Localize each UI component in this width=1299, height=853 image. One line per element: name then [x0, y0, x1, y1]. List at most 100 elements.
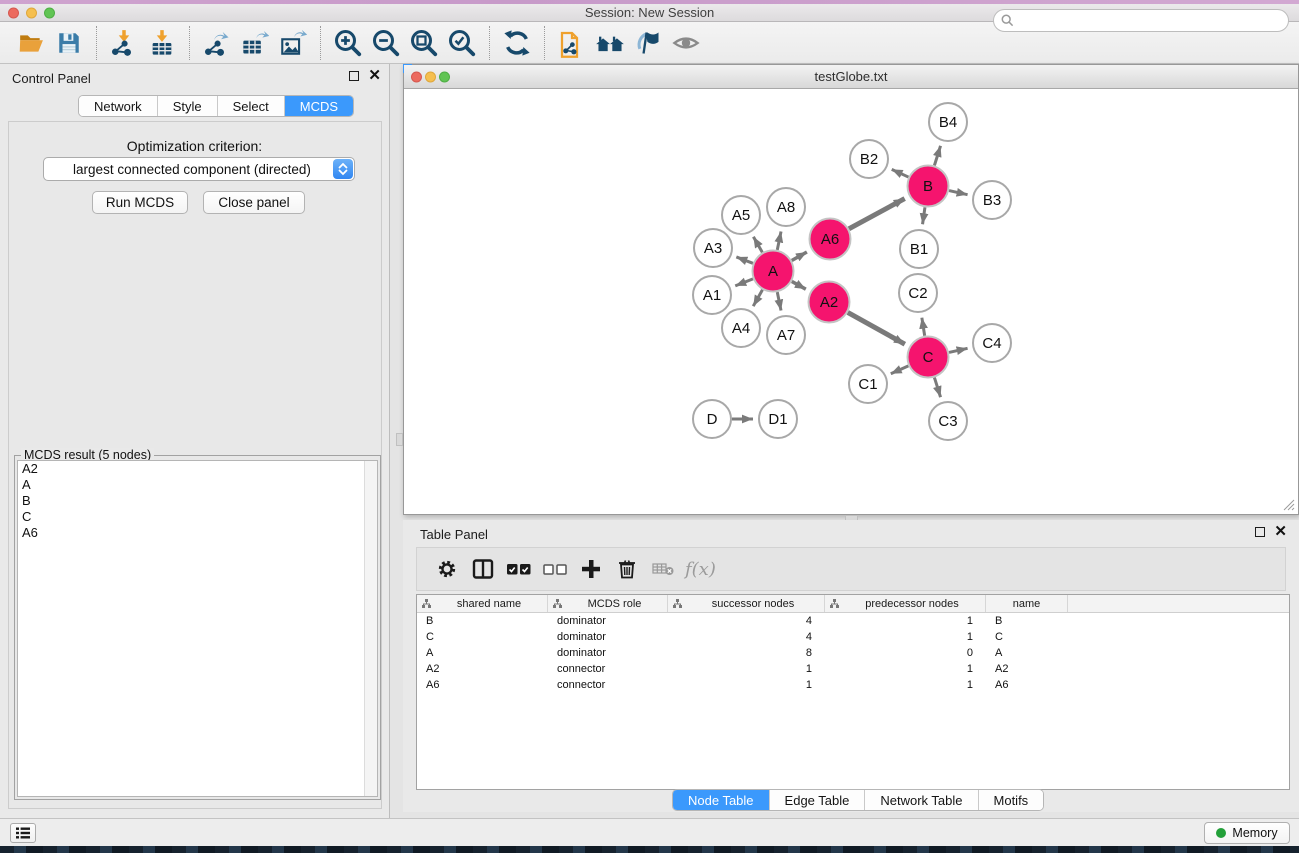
tab-edge-table[interactable]: Edge Table [770, 790, 866, 810]
open-session-icon[interactable] [12, 25, 50, 61]
tab-style[interactable]: Style [158, 96, 218, 116]
graph-node-C[interactable]: C [908, 337, 949, 378]
mcds-result-item[interactable]: C [18, 509, 377, 525]
network-from-selection-icon[interactable] [553, 25, 591, 61]
memory-button[interactable]: Memory [1204, 822, 1290, 844]
optimization-criterion-dropdown[interactable]: largest connected component (directed) [43, 157, 355, 181]
graph-node-C3[interactable]: C3 [929, 402, 967, 440]
delete-table-icon[interactable] [645, 551, 681, 587]
graph-edge-A-A7[interactable] [777, 292, 781, 310]
graph-edge-A2-C[interactable] [848, 312, 905, 344]
graph-node-B1[interactable]: B1 [900, 230, 938, 268]
graph-node-C2[interactable]: C2 [899, 274, 937, 312]
node-table[interactable]: shared nameMCDS rolesuccessor nodesprede… [416, 594, 1290, 790]
resize-grip-icon[interactable] [1282, 498, 1295, 511]
graph-edge-C-C4[interactable] [949, 348, 968, 352]
show-all-icon[interactable] [667, 25, 705, 61]
column-header[interactable]: MCDS role [548, 595, 668, 612]
graph-node-B[interactable]: B [908, 166, 949, 207]
table-row[interactable]: Cdominator41C [417, 629, 1289, 645]
graph-node-A8[interactable]: A8 [767, 188, 805, 226]
tab-motifs[interactable]: Motifs [979, 790, 1044, 810]
zoom-selected-icon[interactable] [443, 25, 481, 61]
columns-icon[interactable] [465, 551, 501, 587]
column-header[interactable]: name [986, 595, 1068, 612]
delete-column-icon[interactable] [609, 551, 645, 587]
settings-gear-icon[interactable] [429, 551, 465, 587]
graph-edge-A-A4[interactable] [753, 290, 762, 306]
close-panel-button[interactable]: Close panel [203, 191, 305, 214]
mcds-result-item[interactable]: A2 [18, 461, 377, 477]
import-network-icon[interactable] [105, 25, 143, 61]
graph-edge-C-C3[interactable] [934, 378, 940, 398]
graph-edge-A-A8[interactable] [777, 231, 781, 249]
close-window-button[interactable] [8, 7, 19, 18]
task-history-button[interactable] [10, 823, 36, 843]
graph-node-A4[interactable]: A4 [722, 309, 760, 347]
graph-node-C4[interactable]: C4 [973, 324, 1011, 362]
mcds-result-item[interactable]: A [18, 477, 377, 493]
add-column-icon[interactable] [573, 551, 609, 587]
mcds-result-item[interactable]: A6 [18, 525, 377, 541]
tab-node-table[interactable]: Node Table [673, 790, 770, 810]
tab-select[interactable]: Select [218, 96, 285, 116]
save-session-icon[interactable] [50, 25, 88, 61]
search-input[interactable] [1019, 14, 1288, 28]
network-maximize-button[interactable] [439, 71, 450, 82]
panel-divider-handle[interactable] [396, 433, 403, 446]
graph-node-A3[interactable]: A3 [694, 229, 732, 267]
zoom-fit-icon[interactable] [405, 25, 443, 61]
graph-edge-C-C1[interactable] [891, 366, 909, 374]
network-view-window[interactable]: testGlobe.txt B4B2BB3A8A5A6A3B1AC2A1A2A4… [403, 64, 1299, 515]
tab-mcds[interactable]: MCDS [285, 96, 353, 116]
run-mcds-button[interactable]: Run MCDS [92, 191, 188, 214]
graph-node-A5[interactable]: A5 [722, 196, 760, 234]
deselect-all-icon[interactable] [537, 551, 573, 587]
graph-edge-A6-B[interactable] [849, 199, 905, 229]
close-panel-icon[interactable]: ✕ [368, 71, 381, 81]
graph-edge-B-B4[interactable] [934, 146, 940, 166]
float-table-panel-icon[interactable] [1255, 527, 1265, 537]
column-header[interactable]: predecessor nodes [825, 595, 986, 612]
zoom-in-icon[interactable] [329, 25, 367, 61]
mcds-result-list[interactable]: A2ABCA6 [17, 460, 378, 797]
export-image-icon[interactable] [274, 25, 312, 61]
maximize-window-button[interactable] [44, 7, 55, 18]
refresh-icon[interactable] [498, 25, 536, 61]
export-network-icon[interactable] [198, 25, 236, 61]
graph-node-B4[interactable]: B4 [929, 103, 967, 141]
mcds-result-item[interactable]: B [18, 493, 377, 509]
graph-edge-B-B1[interactable] [923, 207, 925, 224]
column-header[interactable]: shared name [417, 595, 548, 612]
search-field[interactable] [993, 9, 1289, 32]
graph-node-D1[interactable]: D1 [759, 400, 797, 438]
select-all-icon[interactable] [501, 551, 537, 587]
close-table-panel-icon[interactable]: ✕ [1274, 527, 1287, 537]
graph-node-A1[interactable]: A1 [693, 276, 731, 314]
graph-edge-A-A3[interactable] [736, 257, 753, 263]
graph-node-B3[interactable]: B3 [973, 181, 1011, 219]
hide-selected-icon[interactable] [629, 25, 667, 61]
graph-node-A6[interactable]: A6 [810, 219, 851, 260]
network-canvas[interactable]: B4B2BB3A8A5A6A3B1AC2A1A2A4A7C4CC1DD1C3 [405, 90, 1297, 513]
import-table-icon[interactable] [143, 25, 181, 61]
table-row[interactable]: Adominator80A [417, 645, 1289, 661]
tab-network-table[interactable]: Network Table [865, 790, 978, 810]
column-header[interactable]: successor nodes [668, 595, 825, 612]
table-row[interactable]: A2connector11A2 [417, 661, 1289, 677]
graph-node-A2[interactable]: A2 [809, 282, 850, 323]
graph-edge-A-A1[interactable] [735, 279, 753, 286]
graph-edge-B-B2[interactable] [892, 169, 909, 177]
graph-node-D[interactable]: D [693, 400, 731, 438]
network-graph[interactable]: B4B2BB3A8A5A6A3B1AC2A1A2A4A7C4CC1DD1C3 [405, 90, 1299, 515]
float-panel-icon[interactable] [349, 71, 359, 81]
minimize-window-button[interactable] [26, 7, 37, 18]
function-builder-icon[interactable]: f(x) [685, 559, 716, 580]
mcds-result-scrollbar[interactable] [364, 461, 377, 796]
table-row[interactable]: A6connector11A6 [417, 677, 1289, 693]
graph-edge-A-A6[interactable] [792, 252, 807, 261]
network-minimize-button[interactable] [425, 71, 436, 82]
graph-edge-A-A5[interactable] [753, 237, 762, 253]
table-row[interactable]: Bdominator41B [417, 613, 1289, 629]
graph-edge-A-A2[interactable] [792, 281, 806, 289]
